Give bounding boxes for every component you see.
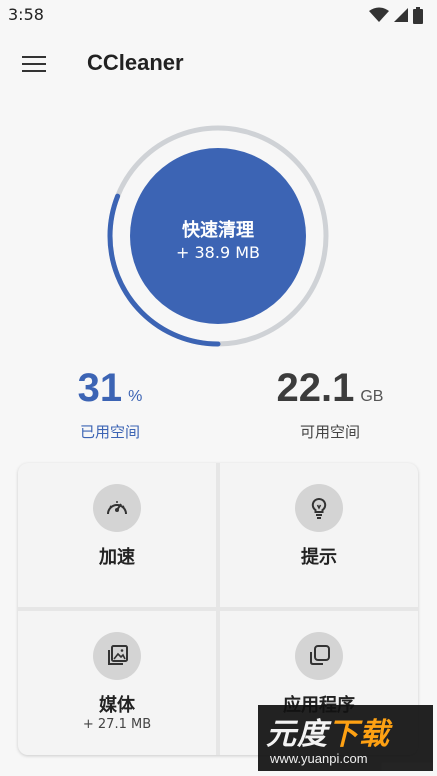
tile-icon-circle — [295, 484, 343, 532]
app-title: CCleaner — [87, 50, 184, 75]
status-bar: 3:58 — [0, 0, 437, 32]
used-space-unit: % — [128, 388, 143, 405]
tile-tips[interactable]: 提示 — [220, 463, 418, 607]
battery-icon — [413, 6, 423, 24]
free-space-unit: GB — [360, 388, 384, 405]
watermark-title: 元度下载 — [266, 709, 390, 753]
watermark-title-part-2: 下载 — [328, 717, 390, 752]
wifi-icon — [369, 7, 389, 22]
status-icons — [369, 6, 423, 24]
free-space-label: 可用空间 — [299, 423, 360, 441]
free-space-value: 22.1 — [276, 366, 355, 410]
lightbulb-icon — [311, 497, 327, 519]
image-stack-icon — [108, 645, 128, 665]
menu-icon[interactable] — [22, 52, 46, 76]
quick-clean-label: 快速清理 — [182, 220, 254, 241]
tile-boost[interactable]: 加速 — [18, 463, 216, 607]
free-space-value-line: 22.1 GB — [255, 366, 405, 419]
tile-label: 媒体 — [99, 695, 135, 716]
apps-stack-icon — [310, 645, 330, 665]
watermark-logo: 元度下载 www.yuanpi.com — [258, 705, 433, 771]
status-time: 3:58 — [8, 5, 44, 24]
tile-label: 加速 — [99, 547, 135, 568]
quick-clean-size: + 38.9 MB — [176, 243, 260, 262]
used-space-value: 31 — [77, 366, 123, 410]
signal-icon — [394, 8, 408, 22]
tile-sub: + 27.1 MB — [82, 717, 152, 732]
watermark-url: www.yuanpi.com — [270, 751, 368, 766]
quick-clean-button[interactable]: 快速清理 + 38.9 MB — [130, 148, 306, 324]
storage-ring: 快速清理 + 38.9 MB — [104, 122, 332, 350]
used-space-stat: 31% 已用空间 — [55, 366, 165, 442]
tile-label: 提示 — [301, 547, 337, 568]
app-bar: CCleaner — [0, 40, 437, 88]
used-space-value-line: 31% — [55, 366, 165, 419]
tile-icon-circle — [93, 484, 141, 532]
watermark-title-part-1: 元度 — [266, 717, 328, 752]
speedometer-icon — [107, 501, 127, 515]
tile-icon-circle — [295, 632, 343, 680]
tile-icon-circle — [93, 632, 141, 680]
tile-media[interactable]: 媒体 + 27.1 MB — [18, 611, 216, 755]
used-space-label: 已用空间 — [79, 423, 140, 441]
free-space-stat: 22.1 GB 可用空间 — [255, 366, 405, 442]
